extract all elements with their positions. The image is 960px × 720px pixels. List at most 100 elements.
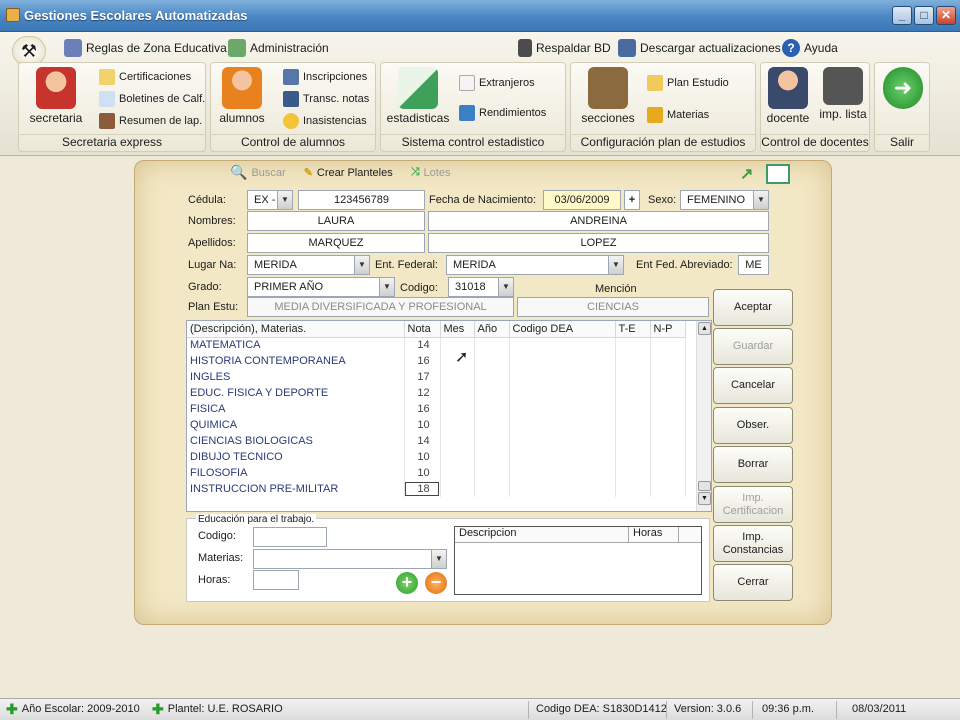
imp-lista-button[interactable]: imp. lista (817, 67, 869, 121)
row-nota[interactable]: 16 (404, 401, 441, 417)
boletines-button[interactable]: Boletines de Calf. (99, 91, 205, 107)
trabajo-materias-label: Materias: (198, 552, 244, 564)
minimize-button[interactable]: _ (892, 6, 912, 25)
resumen-button[interactable]: Resumen de lap. (99, 113, 202, 129)
inscripciones-button[interactable]: Inscripciones (283, 69, 367, 85)
ent-fed-abreviado-field[interactable]: ME (738, 255, 769, 275)
certificaciones-button[interactable]: Certificaciones (99, 69, 191, 85)
obser-button[interactable]: Obser. (713, 407, 793, 444)
table-row[interactable]: FISICA 16 (187, 401, 686, 417)
maximize-button[interactable]: □ (914, 6, 934, 25)
row-nota[interactable]: 18 (404, 481, 441, 497)
row-nota[interactable]: 14 (404, 337, 441, 353)
transc-notas-button[interactable]: Transc. notas (283, 91, 369, 107)
scroll-up-icon[interactable]: ▲ (698, 322, 711, 335)
table-row[interactable]: MATEMATICA 14 (187, 337, 686, 353)
cancelar-button[interactable]: Cancelar (713, 367, 793, 404)
docente-button[interactable]: docente (763, 67, 813, 125)
trabajo-legend: Educación para el trabajo. (196, 514, 317, 525)
segundo-apellido-field[interactable]: LOPEZ (428, 233, 769, 253)
table-row[interactable]: QUIMICA 10 (187, 417, 686, 433)
lugar-nacimiento-select[interactable]: MERIDA ▼ (247, 255, 370, 275)
administracion-button[interactable]: Administración (228, 37, 329, 59)
primer-apellido-field[interactable]: MARQUEZ (247, 233, 425, 253)
secretary-icon (36, 67, 76, 109)
row-materia: CIENCIAS BIOLOGICAS (187, 433, 405, 449)
fecha-nacimiento-field[interactable]: 03/06/2009 (543, 190, 621, 210)
certificate-icon (99, 69, 115, 85)
codigo-select[interactable]: 31018 ▼ (448, 277, 514, 297)
lotes-button[interactable]: ⤨ Lotes (411, 166, 451, 179)
segundo-nombre-field[interactable]: ANDREINA (428, 211, 769, 231)
crear-planteles-button[interactable]: ✎ Crear Planteles (304, 166, 393, 180)
chevron-down-icon: ▼ (498, 278, 513, 296)
remove-icon[interactable]: − (425, 572, 447, 594)
cedula-field[interactable]: 123456789 (298, 190, 425, 210)
grado-select[interactable]: PRIMER AÑO ▼ (247, 277, 395, 297)
brush-icon (518, 39, 532, 57)
cerrar-button[interactable]: Cerrar (713, 564, 793, 601)
cedula-tipo-select[interactable]: EX - ▼ (247, 190, 293, 210)
trabajo-horas-field[interactable] (253, 570, 299, 590)
row-nota[interactable]: 14 (404, 433, 441, 449)
reglas-zona-button[interactable]: Reglas de Zona Educativa (64, 37, 227, 59)
group-label: Sistema control estadistico (401, 135, 545, 149)
status-fecha: 08/03/2011 (852, 703, 907, 715)
plan-estudio-button[interactable]: Plan Estudio (647, 75, 729, 91)
group-label: Secretaria express (61, 135, 163, 149)
table-row[interactable]: DIBUJO TECNICO 10 (187, 449, 686, 465)
go-arrow-icon[interactable]: ↗ (740, 164, 753, 184)
scroll-thumb[interactable] (698, 481, 711, 491)
row-nota[interactable]: 10 (404, 465, 441, 481)
grid-scrollbar[interactable]: ▲ ▼ (696, 321, 711, 511)
row-nota[interactable]: 10 (404, 449, 441, 465)
borrar-button[interactable]: Borrar (713, 446, 793, 483)
imp-constancias-button[interactable]: Imp. Constancias (713, 525, 793, 562)
ent-federal-select[interactable]: MERIDA ▼ (446, 255, 624, 275)
scroll-down-icon[interactable]: ▼ (698, 492, 711, 505)
inasistencias-button[interactable]: Inasistencias (283, 113, 367, 129)
extranjeros-button[interactable]: Extranjeros (459, 75, 535, 91)
respaldar-bd-button[interactable]: Respaldar BD (518, 37, 611, 59)
arrows-icon: ⤨ (410, 166, 420, 178)
group-label: Control de alumnos (240, 135, 346, 149)
table-row[interactable]: FILOSOFIA 10 (187, 465, 686, 481)
salir-button[interactable]: ➜ (881, 67, 925, 111)
performance-icon (459, 105, 475, 121)
row-nota[interactable]: 17 (404, 369, 441, 385)
ayuda-button[interactable]: ? Ayuda (782, 37, 838, 59)
secretaria-button[interactable]: secretaria (25, 67, 87, 125)
table-row[interactable]: EDUC. FISICA Y DEPORTE 12 (187, 385, 686, 401)
mencion-field: CIENCIAS (517, 297, 709, 317)
estadisticas-button[interactable]: estadisticas (383, 67, 453, 125)
guardar-button[interactable]: Guardar (713, 328, 793, 365)
col-mes: Mes (440, 321, 475, 338)
row-nota[interactable]: 10 (404, 417, 441, 433)
trabajo-codigo-field[interactable] (253, 527, 327, 547)
buscar-button[interactable]: 🔍 Buscar (230, 164, 286, 181)
table-row[interactable]: INSTRUCCION PRE-MILITAR 18 (187, 481, 686, 497)
close-button[interactable]: ✕ (936, 6, 956, 25)
row-nota[interactable]: 16 (404, 353, 441, 369)
windows-icon[interactable] (766, 164, 790, 184)
table-row[interactable]: INGLES 17 (187, 369, 686, 385)
secciones-button[interactable]: secciones (577, 67, 639, 125)
sexo-select[interactable]: FEMENINO ▼ (680, 190, 769, 210)
descargar-actualizaciones-button[interactable]: Descargar actualizaciones (618, 37, 781, 59)
aceptar-button[interactable]: Aceptar (713, 289, 793, 326)
group-plan: secciones Plan Estudio Materias Configur… (570, 62, 756, 152)
fecha-picker-button[interactable]: + (624, 190, 640, 210)
materias-button[interactable]: Materias (647, 107, 709, 123)
printer-icon (823, 67, 863, 105)
fecha-label: Fecha de Nacimiento: (429, 194, 536, 206)
add-icon[interactable]: + (396, 572, 418, 594)
trabajo-materias-select[interactable]: ▼ (253, 549, 447, 569)
table-row[interactable]: CIENCIAS BIOLOGICAS 14 (187, 433, 686, 449)
imp-certificacion-button[interactable]: Imp. Certificacion (713, 486, 793, 523)
table-row[interactable]: HISTORIA CONTEMPORANEA 16 (187, 353, 686, 369)
rendimientos-button[interactable]: Rendimientos (459, 105, 546, 121)
row-nota[interactable]: 12 (404, 385, 441, 401)
row-materia: FILOSOFIA (187, 465, 405, 481)
alumnos-button[interactable]: alumnos (215, 67, 269, 125)
primer-nombre-field[interactable]: LAURA (247, 211, 425, 231)
